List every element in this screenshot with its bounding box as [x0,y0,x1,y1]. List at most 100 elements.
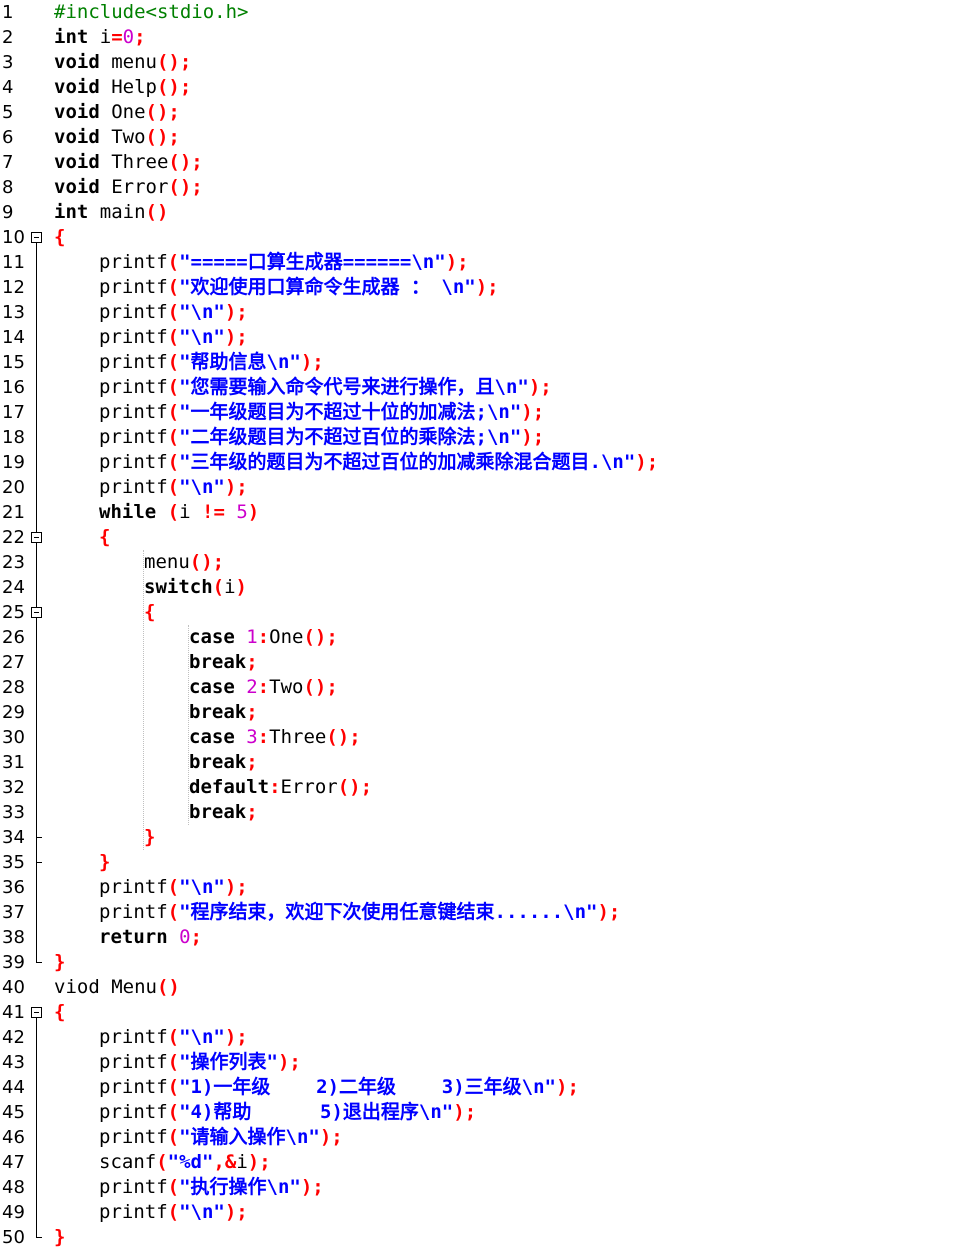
code-token: ( [167,501,180,523]
code-text: printf("一年级题目为不超过十位的加减法;\n"); [99,400,544,425]
code-line[interactable]: 47 scanf("%d",&i); [0,1150,956,1175]
code-line[interactable]: 49 printf("\n"); [0,1200,956,1225]
code-token: ); [528,376,552,398]
code-token: printf [99,1101,168,1123]
code-token: case [189,676,235,698]
code-token: printf [99,1176,168,1198]
code-line[interactable]: 39} [0,950,956,975]
line-number: 3 [2,52,14,73]
line-number: 12 [2,277,25,298]
fold-toggle-icon[interactable] [31,607,42,618]
code-text: break; [189,800,258,825]
code-token: (); [168,176,203,198]
code-token: "请输入操作\n" [179,1126,320,1148]
line-number: 34 [2,827,25,848]
code-token: ( [167,426,180,448]
code-line[interactable]: 42 printf("\n"); [0,1025,956,1050]
code-line[interactable]: 46 printf("请输入操作\n"); [0,1125,956,1150]
code-text: printf("\n"); [99,875,248,900]
line-number: 15 [2,352,25,373]
line-number: 9 [2,202,14,223]
code-line[interactable]: 40 viod Menu() [0,975,956,1000]
code-line[interactable]: 3 void menu(); [0,50,956,75]
code-line[interactable]: 14 printf("\n"); [0,325,956,350]
code-line[interactable]: 19 printf("三年级的题目为不超过百位的加减乘除混合题目.\n"); [0,450,956,475]
fold-toggle-icon[interactable] [31,532,42,543]
code-line[interactable]: 48 printf("执行操作\n"); [0,1175,956,1200]
code-line[interactable]: 12 printf("欢迎使用口算命令生成器 ： \n"); [0,275,956,300]
code-line[interactable]: 5 void One(); [0,100,956,125]
fold-toggle-icon[interactable] [31,1007,42,1018]
code-token: ); [521,426,545,448]
code-line[interactable]: 21 while (i != 5) [0,500,956,525]
code-token: "二年级题目为不超过百位的乘除法;\n" [179,426,522,448]
code-text: { [99,525,110,550]
code-token: printf [99,1126,168,1148]
code-token: ( [156,1151,168,1173]
code-token: ,& [213,1151,237,1173]
code-line[interactable]: 10{ [0,225,956,250]
line-number: 43 [2,1052,25,1073]
code-line[interactable]: 7 void Three(); [0,150,956,175]
code-token: "欢迎使用口算命令生成器 ： \n" [179,276,476,298]
code-token: (); [303,626,338,648]
code-token: ); [635,451,659,473]
code-line[interactable]: 22{ [0,525,956,550]
code-token: "一年级题目为不超过十位的加减法;\n" [179,401,522,423]
code-editor[interactable]: 1 #include<stdio.h> 2 int i=0; 3 void menu ();… [0,0,956,1250]
code-line[interactable]: 35} [0,850,956,875]
code-line[interactable]: 18 printf("二年级题目为不超过百位的乘除法;\n"); [0,425,956,450]
code-token: } [144,826,156,848]
code-token: ( [167,326,180,348]
code-line[interactable]: 1 #include<stdio.h> [0,0,956,25]
code-line[interactable]: 11 printf("=====口算生成器======\n"); [0,250,956,275]
code-line[interactable]: 4 void Help(); [0,75,956,100]
code-token: default [189,776,270,798]
code-token: void [54,51,100,73]
code-line[interactable]: 15 printf("帮助信息\n"); [0,350,956,375]
code-text: void Help(); [54,75,191,100]
code-line[interactable]: 43 printf("操作列表"); [0,1050,956,1075]
code-token: (); [326,726,361,748]
line-number: 4 [2,77,14,98]
code-text: int i=0; [54,25,146,50]
code-line[interactable]: 6 void Two(); [0,125,956,150]
code-text: printf("=====口算生成器======\n"); [99,250,469,275]
code-text: printf("帮助信息\n"); [99,350,324,375]
code-token: ); [453,1101,477,1123]
code-token: ( [167,476,180,498]
code-token: menu [144,551,190,573]
code-line[interactable]: 37 printf("程序结束，欢迎下次使用任意键结束......\n"); [0,900,956,925]
code-token: break [189,651,247,673]
code-token: : [269,776,281,798]
code-line[interactable]: 16 printf("您需要输入命令代号来进行操作，且\n"); [0,375,956,400]
code-token: ); [521,401,545,423]
code-line[interactable]: 41{ [0,1000,956,1025]
code-line[interactable]: 36 printf("\n"); [0,875,956,900]
code-text: return 0; [99,925,202,950]
code-token: (); [156,76,192,98]
code-line[interactable]: 2 int i=0; [0,25,956,50]
code-line[interactable]: 20 printf("\n"); [0,475,956,500]
fold-end-marker [36,1237,42,1238]
code-token: ); [319,1126,343,1148]
code-token: "操作列表" [179,1051,278,1073]
code-line[interactable]: 17 printf("一年级题目为不超过十位的加减法;\n"); [0,400,956,425]
code-text: printf("\n"); [99,1025,248,1050]
code-line[interactable]: 13 printf("\n"); [0,300,956,325]
code-line[interactable]: 45 printf("4)帮助 5)退出程序\n"); [0,1100,956,1125]
fold-toggle-icon[interactable] [31,232,42,243]
code-text: void Error(); [54,175,203,200]
code-line[interactable]: 8 void Error(); [0,175,956,200]
code-token: One [99,101,146,123]
code-line[interactable]: 44 printf("1)一年级 2)二年级 3)三年级\n"); [0,1075,956,1100]
code-line[interactable]: 38 return 0; [0,925,956,950]
code-token: ( [212,576,225,598]
line-number: 39 [2,952,25,973]
code-token: ); [247,1151,271,1173]
line-number: 14 [2,327,25,348]
code-line[interactable]: 50} [0,1225,956,1250]
code-line[interactable]: 9 int main() [0,200,956,225]
code-token: "\n" [179,301,225,323]
code-text: printf("请输入操作\n"); [99,1125,343,1150]
